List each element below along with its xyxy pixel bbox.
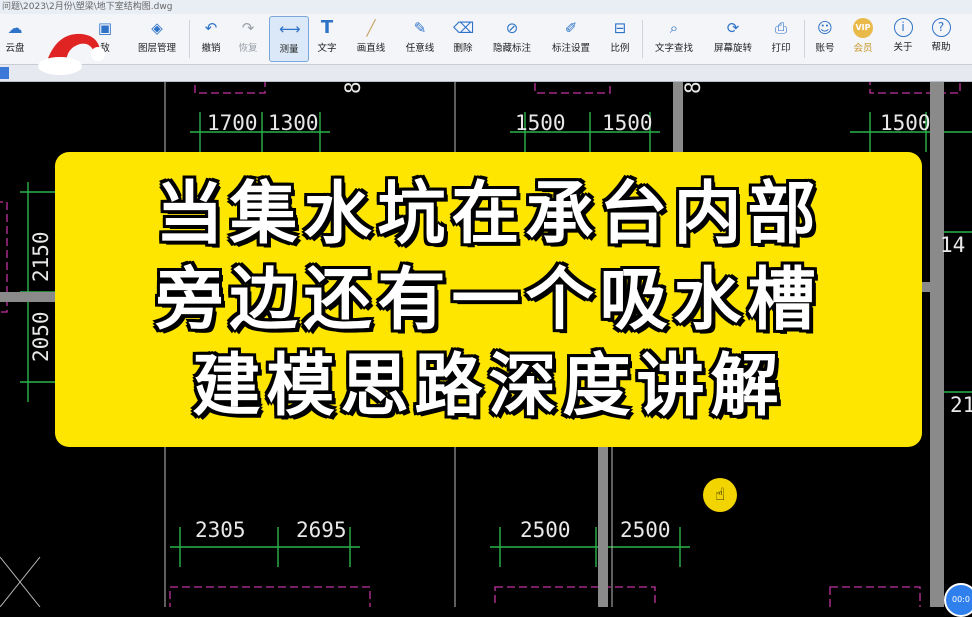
text-search-icon: ⌕ — [669, 19, 679, 37]
tool-print[interactable]: ⎙ 打印 — [766, 16, 796, 60]
toolbar-divider — [189, 20, 190, 58]
mark-80-b: 80 — [681, 82, 705, 94]
mark-21: 21 — [950, 393, 972, 417]
tool-draw-line[interactable]: ╱ 画直线 — [351, 16, 391, 60]
tool-measure[interactable]: ⟷ 测量 — [269, 16, 309, 62]
santa-hat-sticker — [38, 33, 105, 75]
tool-layers[interactable]: ◈ 图层管理 — [130, 16, 184, 60]
help-icon: ? — [931, 18, 951, 37]
annotation-settings-icon: ✐ — [564, 19, 578, 37]
tool-account[interactable]: ☺ 账号 — [810, 16, 840, 60]
pencil-icon: ✎ — [413, 19, 427, 37]
tool-delete[interactable]: ⌫ 删除 — [448, 16, 478, 60]
vip-icon: VIP — [853, 18, 873, 38]
dim-bottom-2: 2695 — [296, 518, 347, 542]
info-icon: i — [893, 18, 913, 37]
banner-line-2: 旁边还有一个吸水槽 — [155, 261, 822, 340]
banner-line-3: 建模思路深度讲解 — [192, 347, 785, 426]
print-icon: ⎙ — [774, 19, 787, 37]
measure-icon: ⟷ — [279, 20, 301, 38]
tool-rotate-screen[interactable]: ⟳ 屏幕旋转 — [709, 16, 757, 60]
dim-left-1: 2150 — [29, 231, 53, 282]
banner-line-1: 当集水坑在承台内部 — [155, 175, 822, 254]
eye-hide-icon: ⊘ — [505, 19, 519, 37]
line-icon: ╱ — [366, 19, 376, 37]
tool-help[interactable]: ? 帮助 — [926, 16, 956, 60]
tool-cloud[interactable]: ☁ 云盘 — [0, 16, 30, 60]
tool-redo[interactable]: ↷ 恢复 — [233, 16, 263, 60]
hand-cursor-icon: ☝ — [703, 478, 737, 512]
cloud-icon: ☁ — [7, 19, 23, 37]
document-tab-indicator[interactable] — [0, 67, 9, 79]
tool-hide-annotations[interactable]: ⊘ 隐藏标注 — [488, 16, 536, 60]
tool-scale[interactable]: ⊟ 比例 — [605, 16, 635, 60]
dim-bottom-4: 2500 — [620, 518, 671, 542]
mark-14: 14 — [940, 233, 965, 257]
tool-vip[interactable]: VIP 会员 — [848, 16, 878, 60]
tool-text-search[interactable]: ⌕ 文字查找 — [650, 16, 698, 60]
user-icon: ☺ — [817, 19, 833, 37]
toolbar-divider — [642, 20, 643, 58]
tool-text[interactable]: T 文字 — [313, 16, 341, 60]
floating-button[interactable]: 00:0 — [944, 583, 972, 617]
scale-icon: ⊟ — [613, 19, 627, 37]
undo-icon: ↶ — [204, 19, 218, 37]
dim-top-2: 1300 — [268, 111, 319, 135]
tool-annotation-settings[interactable]: ✐ 标注设置 — [546, 16, 596, 60]
title-banner: 当集水坑在承台内部 旁边还有一个吸水槽 建模思路深度讲解 — [55, 152, 922, 447]
layers-icon: ◈ — [151, 19, 163, 37]
redo-icon: ↷ — [241, 19, 255, 37]
tool-freehand[interactable]: ✎ 任意线 — [400, 16, 440, 60]
dim-top-1: 1700 — [207, 111, 258, 135]
text-icon: T — [320, 17, 334, 38]
eraser-icon: ⌫ — [453, 19, 475, 37]
dim-top-5: 1500 — [880, 111, 931, 135]
mark-80-a: 80 — [341, 82, 365, 94]
tool-about[interactable]: i 关于 — [888, 16, 918, 60]
dim-top-3: 1500 — [515, 111, 566, 135]
toolbar-divider — [804, 20, 805, 58]
rotate-screen-icon: ⟳ — [726, 19, 740, 37]
dim-left-2: 2050 — [29, 311, 53, 362]
title-bar: 问题\2023\2月份\塑梁\地下室结构图.dwg — [0, 0, 972, 14]
main-toolbar: ☁ 云盘 ▣ 敌 ◈ 图层管理 ↶ 撤销 ↷ 恢复 ⟷ 测量 T 文字 ╱ 画直… — [0, 14, 972, 65]
dim-bottom-3: 2500 — [520, 518, 571, 542]
dim-bottom-1: 2305 — [195, 518, 246, 542]
dim-top-4: 1500 — [602, 111, 653, 135]
tool-undo[interactable]: ↶ 撤销 — [196, 16, 226, 60]
window-title: 问题\2023\2月份\塑梁\地下室结构图.dwg — [2, 2, 173, 12]
document-tab-strip — [0, 65, 972, 82]
